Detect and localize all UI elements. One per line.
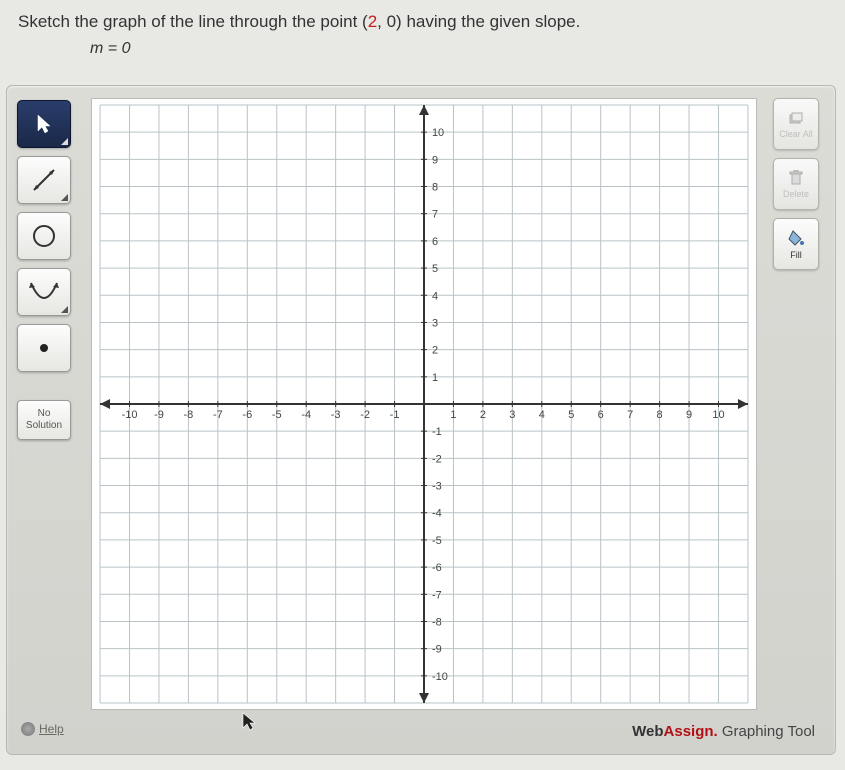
svg-text:4: 4 — [432, 290, 438, 302]
svg-text:8: 8 — [657, 409, 663, 421]
clear-all-label: Clear All — [779, 129, 813, 139]
svg-text:-7: -7 — [213, 409, 223, 421]
brand-web: Web — [632, 723, 663, 740]
svg-text:8: 8 — [432, 182, 438, 194]
svg-text:-3: -3 — [432, 481, 442, 493]
question-mid: , 0) having the given slope. — [377, 12, 580, 31]
svg-text:-5: -5 — [272, 409, 282, 421]
no-solution-button[interactable]: No Solution — [17, 400, 71, 440]
layers-icon — [787, 110, 805, 126]
svg-text:-10: -10 — [122, 409, 138, 421]
equation-text: m = 0 — [0, 40, 845, 66]
svg-text:5: 5 — [432, 263, 438, 275]
svg-text:7: 7 — [627, 409, 633, 421]
svg-text:-2: -2 — [360, 409, 370, 421]
svg-text:6: 6 — [432, 236, 438, 248]
right-toolbar: Clear All Delete Fill — [773, 98, 825, 270]
svg-text:10: 10 — [712, 409, 724, 421]
help-icon — [21, 722, 35, 736]
brand-suffix: Graphing Tool — [718, 723, 815, 740]
svg-text:-8: -8 — [432, 616, 442, 628]
line-icon — [29, 165, 59, 195]
svg-text:-1: -1 — [432, 426, 442, 438]
svg-text:-7: -7 — [432, 589, 442, 601]
fill-label: Fill — [790, 250, 802, 260]
no-solution-label-1: No — [18, 408, 70, 420]
svg-text:-6: -6 — [242, 409, 252, 421]
svg-text:3: 3 — [509, 409, 515, 421]
svg-text:6: 6 — [598, 409, 604, 421]
svg-text:3: 3 — [432, 317, 438, 329]
svg-text:7: 7 — [432, 209, 438, 221]
svg-text:-2: -2 — [432, 453, 442, 465]
point-tool-button[interactable] — [17, 324, 71, 372]
svg-text:-10: -10 — [432, 671, 448, 683]
circle-icon — [30, 222, 58, 250]
svg-text:2: 2 — [432, 345, 438, 357]
svg-text:2: 2 — [480, 409, 486, 421]
svg-text:-8: -8 — [184, 409, 194, 421]
branding-text: WebAssign. Graphing Tool — [632, 723, 815, 740]
svg-text:-9: -9 — [432, 644, 442, 656]
graphing-tool-panel: No Solution Clear All Delete Fi — [6, 85, 836, 755]
point-icon — [37, 341, 51, 355]
parabola-tool-button[interactable] — [17, 268, 71, 316]
left-toolbar: No Solution — [17, 100, 79, 440]
question-text: Sketch the graph of the line through the… — [0, 0, 845, 40]
svg-text:-4: -4 — [432, 508, 442, 520]
svg-text:1: 1 — [432, 372, 438, 384]
question-prefix: Sketch the graph of the line through the… — [18, 12, 368, 31]
circle-tool-button[interactable] — [17, 212, 71, 260]
brand-assign: Assign. — [664, 723, 718, 740]
coordinate-grid: -10 -9 -8 -7 -6 -5 -4 -3 -2 -1 1 2 3 4 5 6 7 8 9 10 -10 -9 -8 -… — [92, 99, 756, 709]
svg-text:10: 10 — [432, 127, 444, 139]
svg-text:-5: -5 — [432, 535, 442, 547]
svg-text:-9: -9 — [154, 409, 164, 421]
fill-button[interactable]: Fill — [773, 218, 819, 270]
svg-text:4: 4 — [539, 409, 545, 421]
help-link[interactable]: Help — [21, 722, 64, 736]
trash-icon — [789, 170, 803, 186]
svg-text:-4: -4 — [301, 409, 311, 421]
cursor-icon — [241, 712, 257, 732]
svg-text:-1: -1 — [390, 409, 400, 421]
pointer-tool-button[interactable] — [17, 100, 71, 148]
delete-label: Delete — [783, 189, 809, 199]
point-x-value: 2 — [368, 12, 377, 31]
delete-button[interactable]: Delete — [773, 158, 819, 210]
no-solution-label-2: Solution — [18, 420, 70, 432]
clear-all-button[interactable]: Clear All — [773, 98, 819, 150]
svg-text:5: 5 — [568, 409, 574, 421]
svg-text:-3: -3 — [331, 409, 341, 421]
svg-text:9: 9 — [432, 154, 438, 166]
line-tool-button[interactable] — [17, 156, 71, 204]
graph-area[interactable]: -10 -9 -8 -7 -6 -5 -4 -3 -2 -1 1 2 3 4 5 6 7 8 9 10 -10 -9 -8 -… — [91, 98, 757, 710]
fill-icon — [787, 229, 805, 247]
svg-text:9: 9 — [686, 409, 692, 421]
pointer-icon — [35, 113, 53, 135]
svg-text:1: 1 — [450, 409, 456, 421]
parabola-icon — [28, 279, 60, 305]
help-label: Help — [39, 722, 64, 736]
svg-text:-6: -6 — [432, 562, 442, 574]
